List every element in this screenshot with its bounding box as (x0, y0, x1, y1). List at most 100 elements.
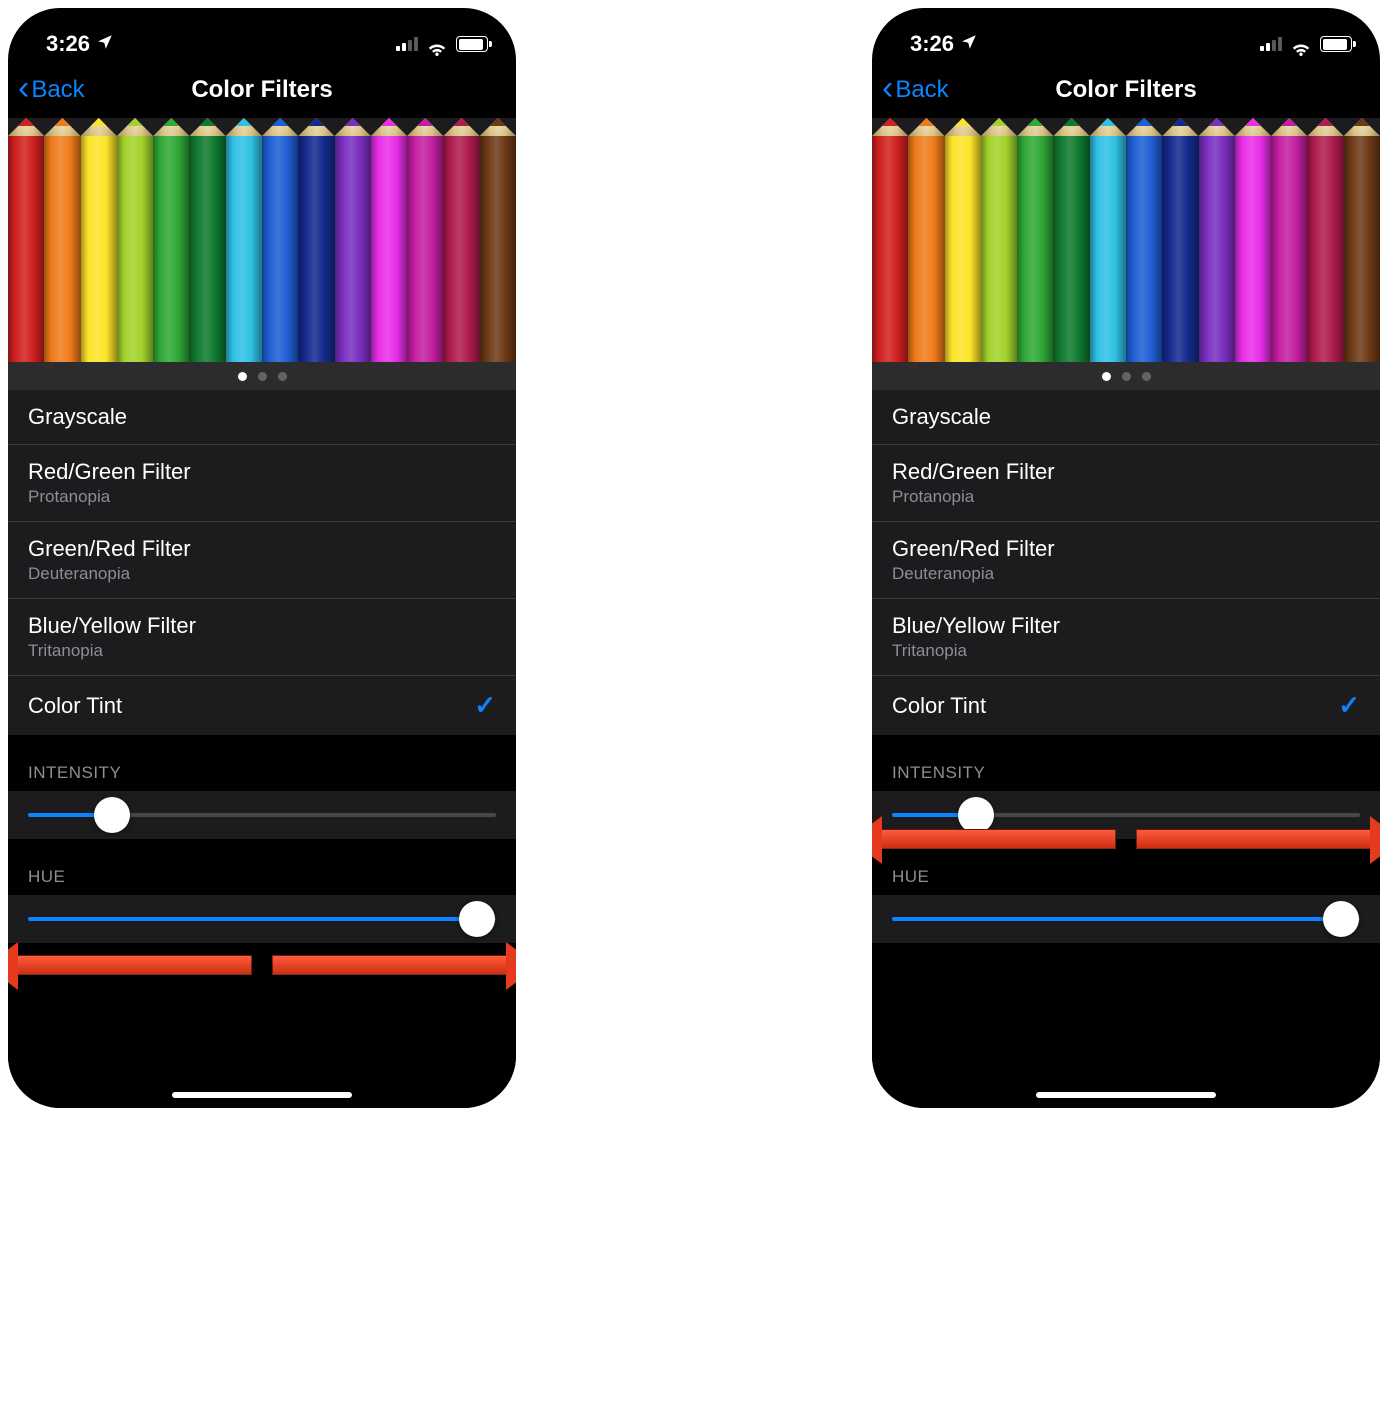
hue-label: HUE (8, 839, 516, 895)
filter-option[interactable]: Green/Red FilterDeuteranopia (872, 522, 1380, 599)
phone-frame: 3:26 (8, 8, 516, 1108)
pencil (908, 136, 944, 386)
filter-subtitle: Protanopia (28, 487, 191, 507)
pencil (1126, 136, 1162, 386)
status-bar: 3:26 (872, 8, 1380, 62)
slider-thumb[interactable] (1323, 901, 1359, 937)
chevron-left-icon: ‹ (882, 71, 893, 105)
checkmark-icon: ✓ (1338, 690, 1360, 721)
pencil (1235, 136, 1271, 386)
pencil (371, 136, 407, 386)
filter-subtitle: Tritanopia (892, 641, 1060, 661)
pencil-row (872, 118, 1380, 368)
filter-title: Color Tint (892, 693, 986, 719)
pencil (407, 136, 443, 386)
pencil (262, 136, 298, 386)
filter-option[interactable]: Color Tint ✓ (8, 676, 516, 735)
filter-option[interactable]: Blue/Yellow FilterTritanopia (872, 599, 1380, 676)
pencil (298, 136, 334, 386)
pencil (1344, 136, 1380, 386)
slider-thumb[interactable] (94, 797, 130, 833)
annotation-arrow-right-icon (272, 955, 508, 975)
back-label: Back (895, 76, 948, 104)
status-bar: 3:26 (8, 8, 516, 62)
intensity-slider[interactable] (8, 791, 516, 839)
slider-thumb[interactable] (958, 797, 994, 833)
filter-title: Color Tint (28, 693, 122, 719)
battery-icon (456, 36, 488, 52)
filter-option[interactable]: Green/Red FilterDeuteranopia (8, 522, 516, 599)
annotation-arrow-left-icon (16, 955, 252, 975)
filter-list: GrayscaleRed/Green FilterProtanopiaGreen… (872, 390, 1380, 735)
filter-subtitle: Tritanopia (28, 641, 196, 661)
slider-thumb[interactable] (459, 901, 495, 937)
color-preview[interactable] (872, 118, 1380, 390)
filter-list: GrayscaleRed/Green FilterProtanopiaGreen… (8, 390, 516, 735)
phone-frame: 3:26 (872, 8, 1380, 1108)
wifi-icon (1290, 36, 1312, 52)
pager-dot[interactable] (1102, 372, 1111, 381)
back-button[interactable]: ‹ Back (18, 75, 85, 105)
pencil (872, 136, 908, 386)
filter-option[interactable]: Grayscale (8, 390, 516, 445)
pencil (189, 136, 225, 386)
pencil (945, 136, 981, 386)
comparison-canvas: 3:26 (0, 0, 1388, 1414)
pager[interactable] (872, 362, 1380, 390)
pager-dot[interactable] (1142, 372, 1151, 381)
filter-option[interactable]: Color Tint ✓ (872, 676, 1380, 735)
pencil (1090, 136, 1126, 386)
pencil-row (8, 118, 516, 368)
color-preview[interactable] (8, 118, 516, 390)
filter-subtitle: Protanopia (892, 487, 1055, 507)
pager[interactable] (8, 362, 516, 390)
battery-icon (1320, 36, 1352, 52)
pencil (480, 136, 516, 386)
filter-title: Red/Green Filter (892, 459, 1055, 485)
chevron-left-icon: ‹ (18, 71, 29, 105)
pager-dot[interactable] (278, 372, 287, 381)
filter-title: Green/Red Filter (28, 536, 191, 562)
filter-title: Blue/Yellow Filter (892, 613, 1060, 639)
back-label: Back (31, 76, 84, 104)
pencil (117, 136, 153, 386)
pencil (1271, 136, 1307, 386)
pager-dot[interactable] (1122, 372, 1131, 381)
checkmark-icon: ✓ (474, 690, 496, 721)
pencil (226, 136, 262, 386)
pencil (335, 136, 371, 386)
home-indicator[interactable] (1036, 1092, 1216, 1098)
cellular-signal-icon (396, 37, 418, 51)
intensity-slider[interactable] (872, 791, 1380, 839)
hue-label: HUE (872, 839, 1380, 895)
pencil (81, 136, 117, 386)
filter-title: Blue/Yellow Filter (28, 613, 196, 639)
pencil (1307, 136, 1343, 386)
pencil (443, 136, 479, 386)
pencil (8, 136, 44, 386)
filter-title: Green/Red Filter (892, 536, 1055, 562)
pencil (1162, 136, 1198, 386)
filter-option[interactable]: Grayscale (872, 390, 1380, 445)
pager-dot[interactable] (238, 372, 247, 381)
filter-option[interactable]: Red/Green FilterProtanopia (872, 445, 1380, 522)
pencil (44, 136, 80, 386)
status-time: 3:26 (46, 31, 90, 57)
filter-option[interactable]: Blue/Yellow FilterTritanopia (8, 599, 516, 676)
pager-dot[interactable] (258, 372, 267, 381)
home-indicator[interactable] (172, 1092, 352, 1098)
filter-title: Grayscale (892, 404, 991, 430)
pencil (1053, 136, 1089, 386)
intensity-label: INTENSITY (872, 735, 1380, 791)
back-button[interactable]: ‹ Back (882, 75, 949, 105)
pencil (981, 136, 1017, 386)
location-icon (96, 33, 114, 56)
location-icon (960, 33, 978, 56)
nav-bar: ‹ Back Color Filters (872, 62, 1380, 118)
filter-subtitle: Deuteranopia (28, 564, 191, 584)
intensity-label: INTENSITY (8, 735, 516, 791)
filter-option[interactable]: Red/Green FilterProtanopia (8, 445, 516, 522)
nav-bar: ‹ Back Color Filters (8, 62, 516, 118)
hue-slider[interactable] (8, 895, 516, 943)
hue-slider[interactable] (872, 895, 1380, 943)
